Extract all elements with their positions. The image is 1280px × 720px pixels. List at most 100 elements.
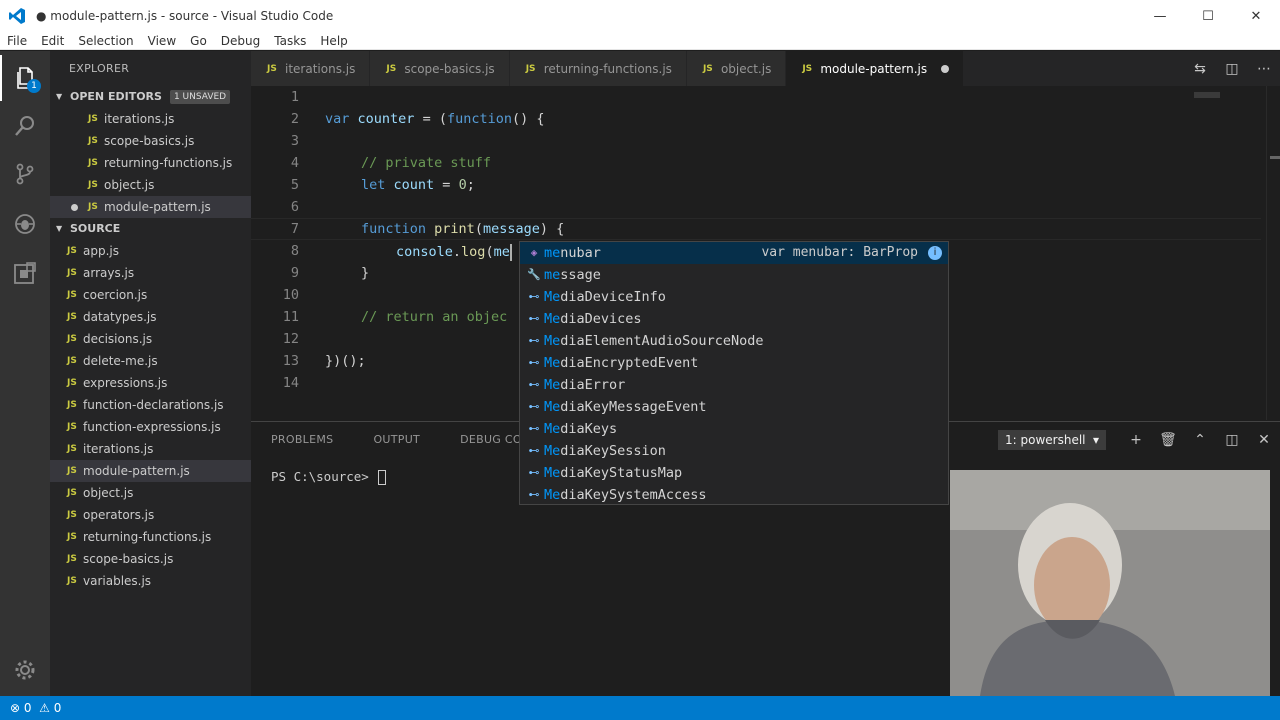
suggestion-label: MediaKeySystemAccess (544, 484, 707, 506)
file-tree-item[interactable]: JS datatypes.js (50, 306, 251, 328)
menu-file[interactable]: File (0, 34, 34, 48)
tab-debug-console[interactable]: DEBUG CO (460, 433, 522, 446)
file-tree-item[interactable]: JS object.js (50, 482, 251, 504)
file-tree-item[interactable]: JS delete-me.js (50, 350, 251, 372)
file-tree-item[interactable]: JS arrays.js (50, 262, 251, 284)
terminal-select[interactable]: 1: powershell ▾ (998, 429, 1106, 450)
info-icon[interactable]: i (928, 246, 942, 260)
tab-problems[interactable]: PROBLEMS (271, 433, 333, 446)
source-control-icon[interactable] (0, 151, 50, 197)
editor-tab[interactable]: JS iterations.js (251, 51, 371, 86)
open-editors-header[interactable]: ▼ OPEN EDITORS 1 UNSAVED (50, 86, 251, 108)
close-window-button[interactable]: ✕ (1232, 0, 1280, 32)
file-tree-item[interactable]: JS iterations.js (50, 438, 251, 460)
suggestion-label: MediaKeyStatusMap (544, 462, 682, 484)
file-tree-item[interactable]: JS function-declarations.js (50, 394, 251, 416)
menu-help[interactable]: Help (313, 34, 354, 48)
variable-icon: ◈ (530, 246, 538, 259)
editor-tab[interactable]: JS module-pattern.js (786, 51, 965, 86)
file-tree-item[interactable]: JS function-expressions.js (50, 416, 251, 438)
menu-edit[interactable]: Edit (34, 34, 71, 48)
class-icon: ⊷ (528, 290, 540, 303)
suggestion-match: Me (544, 399, 561, 415)
suggestion-item[interactable]: ⊷ MediaError (520, 374, 948, 396)
sidebar-title: EXPLORER (69, 62, 130, 75)
file-tree-item[interactable]: JS operators.js (50, 504, 251, 526)
more-actions-icon[interactable]: ⋯ (1248, 61, 1280, 77)
file-tree-item[interactable]: JS returning-functions.js (50, 526, 251, 548)
file-tree-label: expressions.js (83, 376, 168, 390)
suggestion-item[interactable]: ⊷ MediaKeySession (520, 440, 948, 462)
suggestion-item[interactable]: ⊷ MediaKeys (520, 418, 948, 440)
minimap[interactable] (1194, 92, 1220, 98)
new-terminal-icon[interactable]: + (1120, 432, 1152, 448)
file-tree-item[interactable]: JS expressions.js (50, 372, 251, 394)
maximize-button[interactable]: ☐ (1184, 0, 1232, 32)
js-file-icon: JS (67, 268, 77, 278)
js-file-icon: JS (88, 180, 98, 190)
open-editor-item[interactable]: JS module-pattern.js (50, 196, 251, 218)
js-file-icon: JS (267, 63, 277, 74)
kill-terminal-icon[interactable]: 🗑 (1152, 432, 1184, 448)
editor-tab[interactable]: JS scope-basics.js (370, 51, 510, 86)
terminal[interactable]: PS C:\source> (271, 469, 387, 485)
settings-gear-icon[interactable] (0, 647, 50, 693)
search-icon[interactable] (0, 103, 50, 149)
source-folder-header[interactable]: ▼ SOURCE (50, 218, 251, 240)
maximize-panel-icon[interactable]: ⌃ (1184, 432, 1216, 448)
open-changes-icon[interactable]: ⇆ (1184, 61, 1216, 77)
extensions-icon[interactable] (0, 250, 50, 296)
unsaved-dot-icon[interactable] (941, 64, 950, 73)
suggestion-item[interactable]: ⊷ MediaElementAudioSourceNode (520, 330, 948, 352)
suggestion-match: Me (544, 443, 561, 459)
class-icon: ⊷ (528, 444, 540, 457)
open-editor-item[interactable]: JS iterations.js (50, 108, 251, 130)
tab-output[interactable]: OUTPUT (373, 433, 420, 446)
suggestion-label: MediaEncryptedEvent (544, 352, 698, 374)
suggestion-item[interactable]: ⊷ MediaDevices (520, 308, 948, 330)
suggestion-item[interactable]: ⊷ MediaKeySystemAccess (520, 484, 948, 506)
file-tree-item[interactable]: JS module-pattern.js (50, 460, 251, 482)
debug-icon[interactable] (0, 201, 50, 247)
minimize-button[interactable]: — (1136, 0, 1184, 32)
menu-go[interactable]: Go (183, 34, 214, 48)
menu-tasks[interactable]: Tasks (267, 34, 313, 48)
open-editor-item[interactable]: JS scope-basics.js (50, 130, 251, 152)
suggestion-item[interactable]: ⊷ MediaDeviceInfo (520, 286, 948, 308)
js-file-icon: JS (67, 312, 77, 322)
class-icon: ⊷ (528, 422, 540, 435)
close-panel-icon[interactable]: ✕ (1248, 432, 1280, 448)
tab-label: returning-functions.js (543, 61, 672, 76)
file-tree-item[interactable]: JS coercion.js (50, 284, 251, 306)
editor-scrollbar[interactable] (1266, 86, 1280, 420)
menu-debug[interactable]: Debug (214, 34, 267, 48)
suggestion-item[interactable]: ⊷ MediaKeyStatusMap (520, 462, 948, 484)
open-editor-item[interactable]: JS returning-functions.js (50, 152, 251, 174)
editor-tab[interactable]: JS object.js (686, 51, 787, 86)
suggestion-item[interactable]: ⊷ MediaKeyMessageEvent (520, 396, 948, 418)
suggestion-rest: nubar (560, 245, 601, 261)
split-terminal-icon[interactable]: ◫ (1216, 432, 1248, 448)
suggestion-item[interactable]: ◈ menubar var menubar: BarProp i (520, 242, 948, 264)
split-editor-icon[interactable]: ◫ (1216, 61, 1248, 77)
menu-view[interactable]: View (141, 34, 183, 48)
tab-label: iterations.js (285, 61, 356, 76)
suggestion-rest: diaKeySession (560, 443, 666, 459)
editor-tab[interactable]: JS returning-functions.js (509, 51, 687, 86)
problems-status[interactable]: ⊗ 0 ⚠ 0 (10, 701, 61, 715)
file-tree-item[interactable]: JS scope-basics.js (50, 548, 251, 570)
file-tree-item[interactable]: JS app.js (50, 240, 251, 262)
js-file-icon: JS (525, 63, 536, 74)
js-file-icon: JS (67, 466, 77, 476)
suggestion-item[interactable]: ⊷ MediaEncryptedEvent (520, 352, 948, 374)
unsaved-badge: 1 UNSAVED (169, 90, 231, 104)
menu-selection[interactable]: Selection (71, 34, 140, 48)
open-editor-item[interactable]: JS object.js (50, 174, 251, 196)
open-editor-label: scope-basics.js (104, 134, 195, 148)
files-icon[interactable]: 1 (0, 55, 50, 101)
suggestion-label: MediaDevices (544, 308, 642, 330)
suggestion-item[interactable]: 🔧 message (520, 264, 948, 286)
wrench-icon: 🔧 (527, 268, 541, 281)
file-tree-item[interactable]: JS variables.js (50, 570, 251, 592)
file-tree-item[interactable]: JS decisions.js (50, 328, 251, 350)
